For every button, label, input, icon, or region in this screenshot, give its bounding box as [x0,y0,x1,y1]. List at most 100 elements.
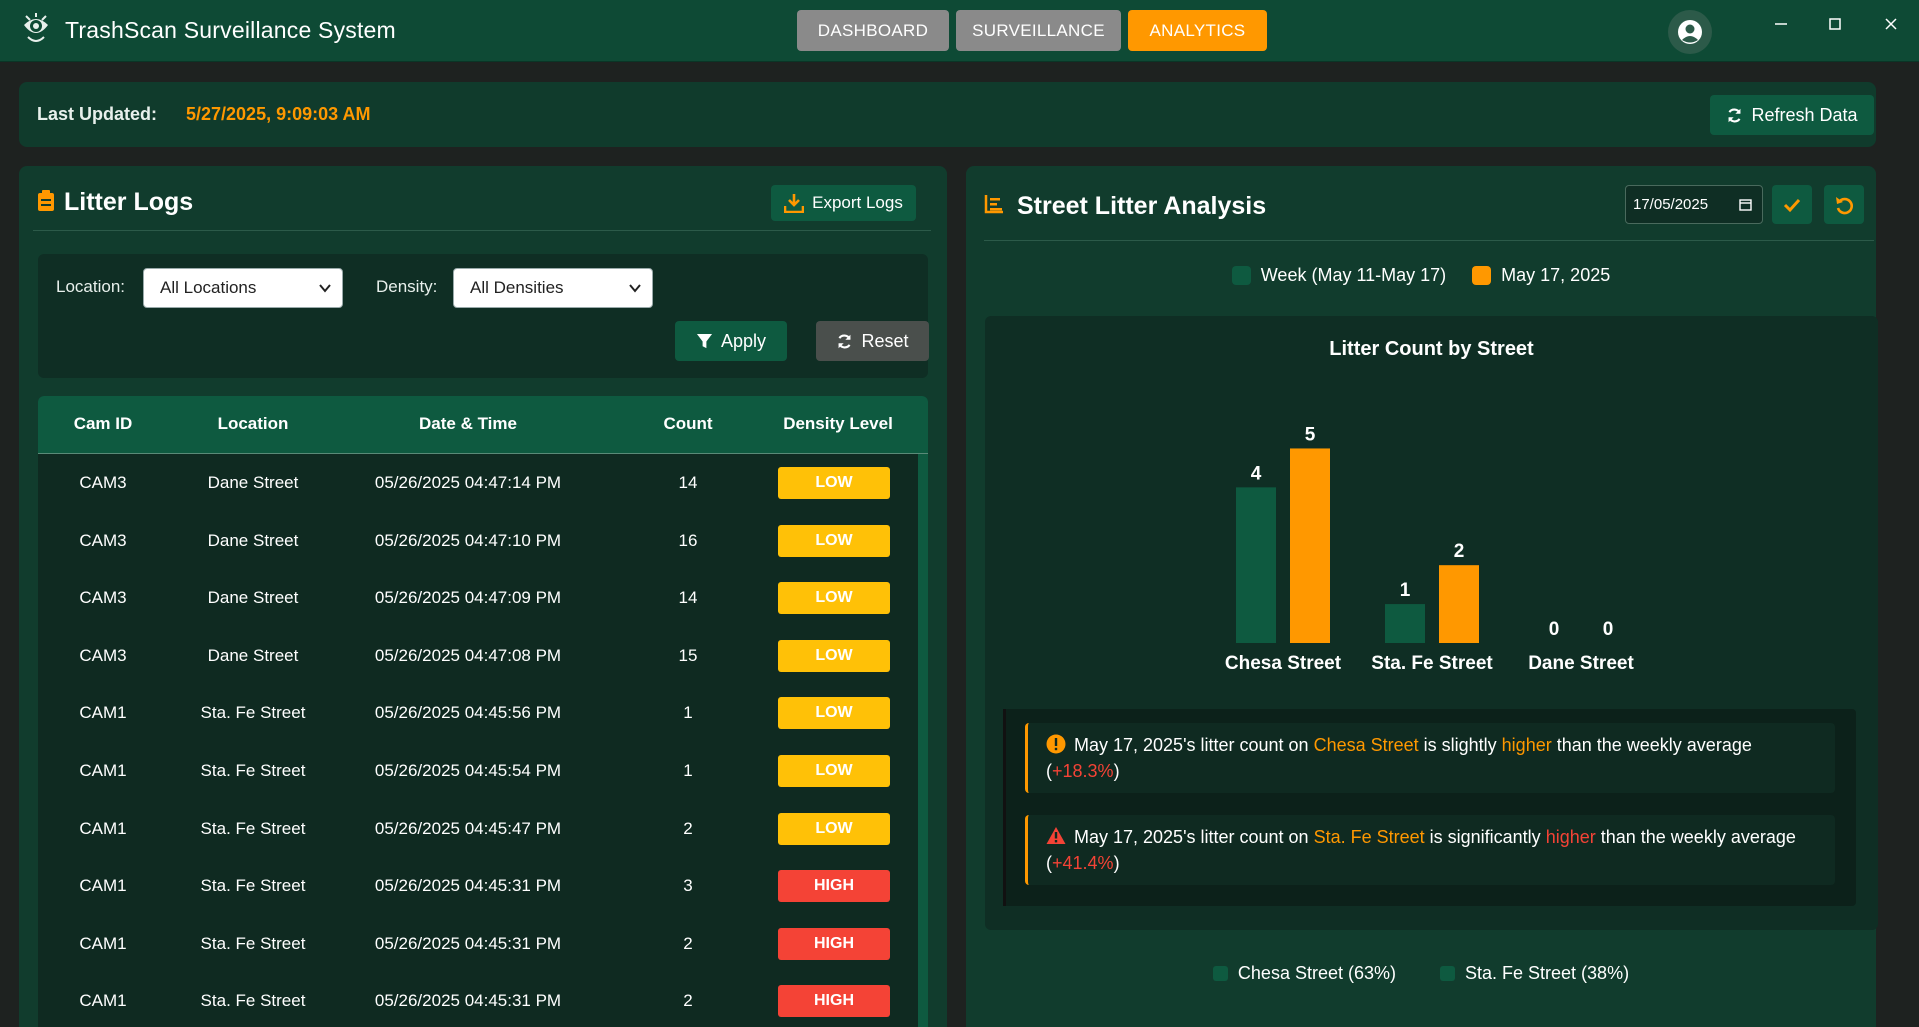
exclamation-circle-icon [1046,734,1066,754]
bar-chesa-street-series-0[interactable] [1236,487,1276,643]
cell-count: 3 [683,876,693,896]
title-bar: TrashScan Surveillance System DASHBOARD … [0,0,1919,62]
density-badge: LOW [778,812,890,845]
alert-text: May 17, 2025's litter count on [1074,827,1314,847]
cell-count: 14 [678,473,698,492]
legend-swatch-sta-fe [1440,965,1455,981]
reset-date-button[interactable] [1824,185,1864,224]
column-header-density[interactable]: Density Level [768,414,908,434]
cell-location: Sta. Fe Street [200,761,306,780]
minimize-window-icon[interactable] [1769,12,1793,36]
bar-value-label: 1 [1400,580,1411,601]
cell-cam-id: CAM1 [79,876,127,896]
column-header-count[interactable]: Count [638,414,738,434]
table-scrollbar[interactable] [918,454,928,1027]
location-select[interactable]: All Locations [143,268,343,308]
cell-location: Sta. Fe Street [200,933,306,953]
density-badge: LOW [778,524,890,557]
legend-label-chesa: Chesa Street (63%) [1237,962,1396,983]
column-header-datetime[interactable]: Date & Time [348,414,588,434]
table-header: Cam ID Location Date & Time Count Densit… [38,396,928,454]
column-header-location[interactable]: Location [158,414,348,434]
table-row[interactable]: CAM3 Dane Street 05/26/2025 04:47:09 PM 14 L… [38,569,918,627]
alert-percentage: +41.4% [1052,853,1114,873]
bar-value-label: 2 [1454,541,1465,562]
legend-item-day: May 17, 2025 [1472,263,1610,287]
alert-street: Chesa Street [1313,735,1419,755]
cell-count: 16 [678,530,698,550]
table-row[interactable]: CAM1 Sta. Fe Street 05/26/2025 04:45:47 PM… [38,800,918,858]
reset-filter-button[interactable]: Reset [816,321,929,361]
cell-location: Sta. Fe Street [200,991,306,1011]
cell-datetime: 05/26/2025 04:45:47 PM [374,818,562,838]
legend-swatch-day [1472,265,1492,285]
confirm-date-button[interactable] [1772,185,1812,224]
table-row[interactable]: CAM1 Sta. Fe Street 05/26/2025 04:45:31 PM… [38,857,918,915]
bar-chesa-street-series-1[interactable] [1290,448,1330,643]
table-row[interactable]: CAM1 Sta. Fe Street 05/26/2025 04:45:56 PM… [38,684,918,742]
table-row[interactable]: CAM1 Sta. Fe Street 05/26/2025 04:45:31 PM… [38,972,918,1027]
refresh-data-label: Refresh Data [1751,104,1858,125]
density-badge: LOW [778,639,890,672]
cell-location: Dane Street [207,588,299,608]
maximize-window-icon[interactable] [1823,12,1847,36]
table-row[interactable]: CAM3 Dane Street 05/26/2025 04:47:08 PM 15 L… [38,627,918,685]
last-updated-bar: Last Updated: 5/27/2025, 9:09:03 AM Refr… [19,82,1876,147]
reset-filter-label: Reset [861,330,909,351]
cell-cam-id: CAM3 [79,530,127,550]
density-badge: HIGH [778,870,890,903]
column-header-cam-id[interactable]: Cam ID [48,414,158,434]
bar-value-label: 0 [1549,619,1560,640]
cell-location: Dane Street [207,645,299,665]
bar-sta-fe-street-series-1[interactable] [1439,565,1479,643]
cell-location: Sta. Fe Street [200,876,306,896]
cell-cam-id: CAM1 [79,761,127,780]
chevron-down-icon [629,284,641,293]
apply-filter-button[interactable]: Apply [675,321,787,361]
density-select[interactable]: All Densities [453,268,653,308]
table-row[interactable]: CAM3 Dane Street 05/26/2025 04:47:14 PM 14 L… [38,454,918,512]
cell-count: 2 [683,818,693,838]
litter-count-chart-card: Litter Count by Street 4 5 Chesa Street 1 2 S… [985,316,1878,930]
cell-cam-id: CAM3 [79,645,127,665]
analysis-date-input[interactable]: 17/05/2025 [1625,185,1763,224]
nav-analytics-button[interactable]: ANALYTICS [1128,10,1267,51]
analysis-title: Street Litter Analysis [1017,192,1267,220]
cell-cam-id: CAM1 [79,933,127,953]
nav-dashboard-button[interactable]: DASHBOARD [797,10,949,51]
analysis-header: Street Litter Analysis 17/05/2025 [966,166,1876,232]
table-row[interactable]: CAM3 Dane Street 05/26/2025 04:47:10 PM 16 L… [38,512,918,570]
cell-datetime: 05/26/2025 04:45:31 PM [374,933,562,953]
legend-label-day: May 17, 2025 [1501,264,1611,285]
density-badge: LOW [778,467,890,499]
litter-logs-title: Litter Logs [64,188,194,216]
export-logs-button[interactable]: Export Logs [771,185,916,221]
close-window-icon[interactable] [1879,12,1903,36]
density-badge: LOW [778,697,890,730]
cell-location: Dane Street [207,530,299,550]
table-row[interactable]: CAM1 Sta. Fe Street 05/26/2025 04:45:54 PM… [38,742,918,800]
alert-street: Sta. Fe Street [1313,827,1425,847]
street-litter-analysis-panel: Street Litter Analysis 17/05/2025 Week (… [966,166,1878,1027]
warning-triangle-icon [1046,827,1066,844]
cell-datetime: 05/26/2025 04:47:14 PM [374,473,562,492]
eye-logo-icon [24,13,48,42]
bar-sta-fe-street-series-0[interactable] [1385,604,1425,643]
filter-icon [696,333,713,348]
legend-item-sta-fe: Sta. Fe Street (38%) [1440,961,1629,985]
table-row[interactable]: CAM1 Sta. Fe Street 05/26/2025 04:45:31 PM… [38,915,918,973]
nav-surveillance-button[interactable]: SURVEILLANCE [956,10,1121,51]
alert-text: is slightly [1418,735,1502,755]
app-title: TrashScan Surveillance System [65,17,396,43]
user-account-button[interactable] [1668,10,1712,54]
cell-datetime: 05/26/2025 04:47:08 PM [374,645,562,665]
last-updated-value: 5/27/2025, 9:09:03 AM [186,104,371,124]
refresh-data-button[interactable]: Refresh Data [1710,95,1874,135]
cell-count: 1 [683,761,693,780]
category-tick-label: Chesa Street [1225,653,1342,674]
cell-datetime: 05/26/2025 04:45:56 PM [374,703,562,723]
cell-count: 2 [683,991,693,1011]
header-divider [984,240,1874,241]
location-select-value: All Locations [160,278,257,297]
check-icon [1783,198,1801,212]
